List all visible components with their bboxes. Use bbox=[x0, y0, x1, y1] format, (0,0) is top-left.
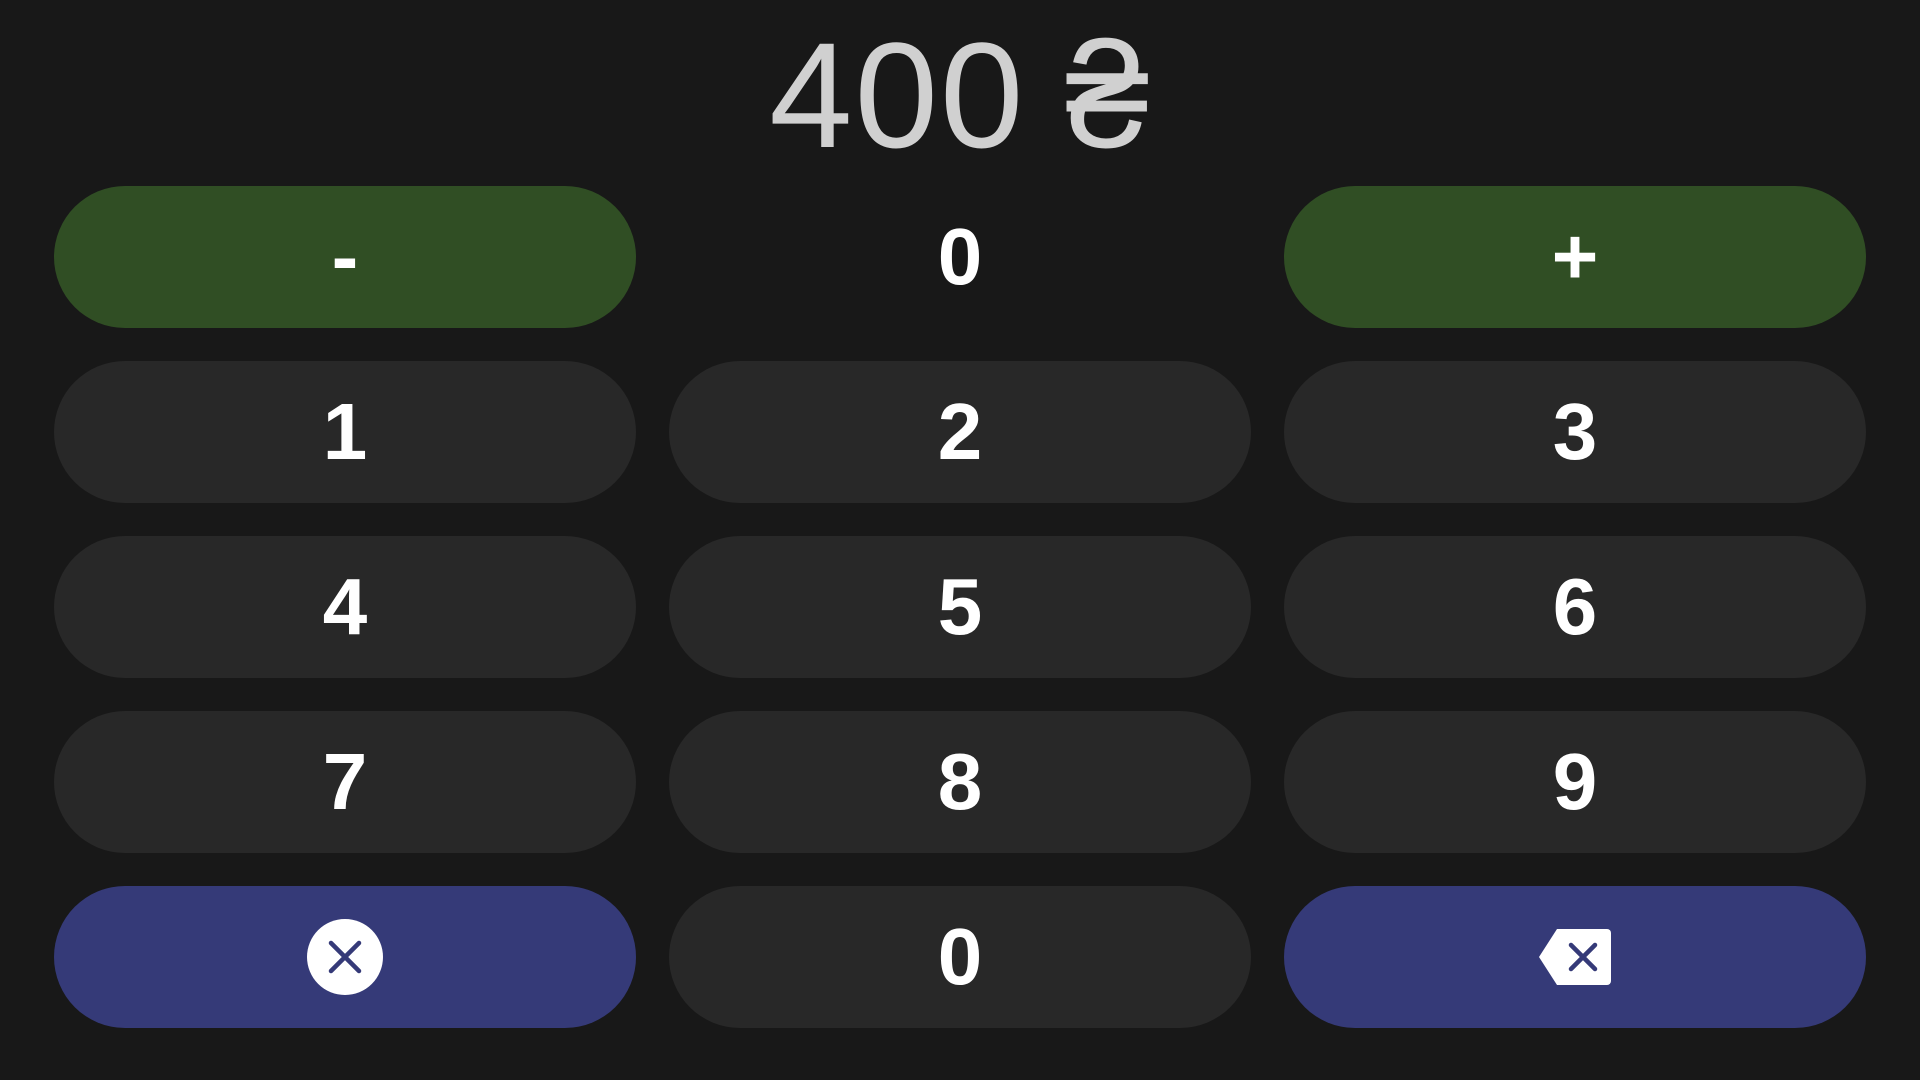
digit-4-button[interactable]: 4 bbox=[54, 536, 636, 678]
digit-5-label: 5 bbox=[937, 562, 983, 651]
digit-8-label: 8 bbox=[937, 737, 983, 826]
currency-symbol: ₴ bbox=[1065, 11, 1151, 179]
digit-2-button[interactable]: 2 bbox=[669, 361, 1251, 503]
amount-display: 400 ₴ bbox=[0, 10, 1920, 180]
digit-2-label: 2 bbox=[937, 387, 983, 476]
digit-7-button[interactable]: 7 bbox=[54, 711, 636, 853]
digit-3-label: 3 bbox=[1552, 387, 1598, 476]
digit-0-label: 0 bbox=[937, 912, 983, 1001]
amount-value: 400 bbox=[769, 11, 1026, 179]
minus-label: - bbox=[331, 212, 359, 301]
step-value-label: 0 bbox=[937, 212, 983, 301]
plus-label: + bbox=[1551, 212, 1599, 301]
digit-0-button[interactable]: 0 bbox=[669, 886, 1251, 1028]
digit-6-label: 6 bbox=[1552, 562, 1598, 651]
digit-3-button[interactable]: 3 bbox=[1284, 361, 1866, 503]
digit-9-label: 9 bbox=[1552, 737, 1598, 826]
plus-button[interactable]: + bbox=[1284, 186, 1866, 328]
digit-8-button[interactable]: 8 bbox=[669, 711, 1251, 853]
digit-1-button[interactable]: 1 bbox=[54, 361, 636, 503]
digit-9-button[interactable]: 9 bbox=[1284, 711, 1866, 853]
backspace-icon bbox=[1539, 929, 1611, 985]
digit-6-button[interactable]: 6 bbox=[1284, 536, 1866, 678]
digit-7-label: 7 bbox=[322, 737, 368, 826]
digit-4-label: 4 bbox=[322, 562, 368, 651]
keypad: - 0 + 1 2 3 4 5 6 7 8 9 0 bbox=[54, 186, 1866, 1028]
backspace-button[interactable] bbox=[1284, 886, 1866, 1028]
step-value: 0 bbox=[669, 186, 1251, 328]
clear-button[interactable] bbox=[54, 886, 636, 1028]
digit-1-label: 1 bbox=[322, 387, 368, 476]
digit-5-button[interactable]: 5 bbox=[669, 536, 1251, 678]
clear-circle-x-icon bbox=[307, 919, 383, 995]
minus-button[interactable]: - bbox=[54, 186, 636, 328]
